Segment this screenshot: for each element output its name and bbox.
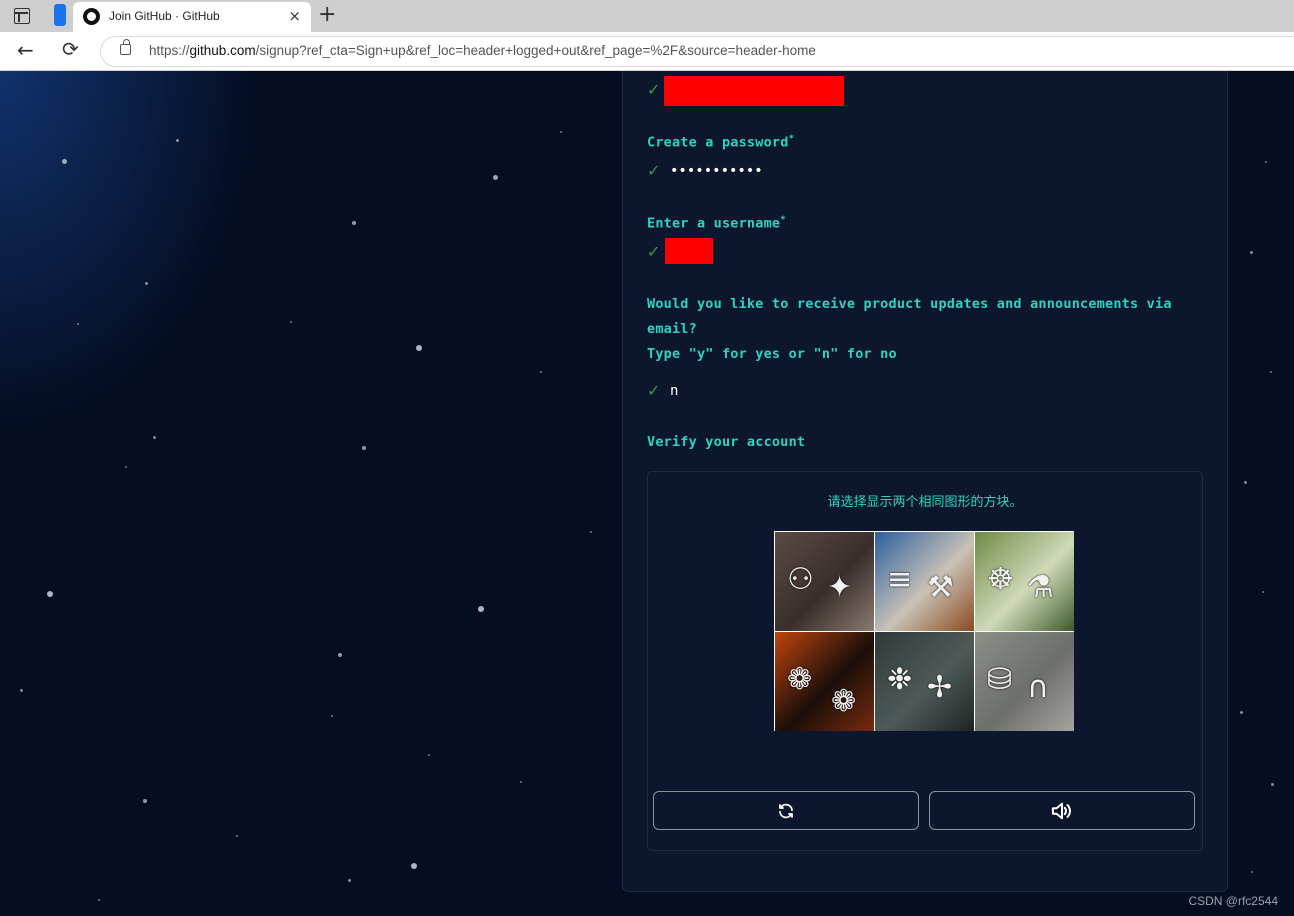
sidebar-toggle-icon[interactable]	[14, 8, 30, 24]
bbq-grill-icon: ☸	[987, 562, 1014, 597]
star	[236, 835, 238, 837]
username-label: Enter a username*	[647, 215, 786, 232]
updates-answer[interactable]: n	[670, 383, 678, 399]
star	[1251, 871, 1253, 873]
tab-title: Join GitHub · GitHub	[109, 9, 220, 23]
required-mark: *	[780, 215, 786, 225]
captcha-tile-6[interactable]: ⛁ ∩	[975, 632, 1074, 731]
updates-question-line3: Type "y" for yes or "n" for no	[647, 346, 897, 362]
star	[520, 781, 522, 783]
star	[98, 899, 100, 901]
reload-icon[interactable]: ⟳	[62, 37, 79, 61]
captcha-instruction: 请选择显示两个相同图形的方块。	[827, 495, 1023, 510]
tab-join-github[interactable]: Join GitHub · GitHub ×	[73, 2, 311, 32]
star	[560, 131, 562, 133]
star	[1240, 711, 1243, 714]
star	[77, 323, 79, 325]
captcha-tile-4[interactable]: ❁ ❁	[775, 632, 874, 731]
star	[428, 754, 430, 756]
lock-icon[interactable]	[120, 39, 131, 55]
captcha-tile-1[interactable]: ⚇ ✦	[775, 532, 874, 631]
tab-close-icon[interactable]: ×	[288, 7, 301, 25]
star	[362, 446, 366, 450]
browser-tab-bar: Join GitHub · GitHub × +	[0, 0, 1294, 32]
star	[338, 653, 342, 657]
star	[153, 436, 156, 439]
url-path: /signup?ref_cta=Sign+up&ref_loc=header+l…	[255, 43, 816, 58]
star	[1244, 481, 1247, 484]
star	[62, 159, 67, 164]
star	[590, 531, 592, 533]
star	[290, 321, 292, 323]
address-bar: ← ⟳ https://github.com/signup?ref_cta=Si…	[0, 32, 1294, 71]
star	[20, 689, 23, 692]
password-field[interactable]: •••••••••••	[670, 163, 763, 179]
star	[47, 591, 53, 597]
captcha-tile-2[interactable]: ≡ ⚒	[875, 532, 974, 631]
star	[331, 715, 333, 717]
vertical-tabs-icon[interactable]	[54, 4, 66, 26]
captcha-tile-3[interactable]: ☸ ⚗	[975, 532, 1074, 631]
captcha-box: 请选择显示两个相同图形的方块。 ⚇ ✦ ≡ ⚒ ☸ ⚗ ❁ ❁ ❉ ✢ ⛁ ∩	[647, 471, 1203, 851]
star	[352, 221, 356, 225]
star	[540, 371, 542, 373]
password-label-text: Create a password	[647, 134, 789, 151]
star	[1270, 371, 1272, 373]
updates-question-line2: email?	[647, 321, 697, 337]
star	[493, 175, 498, 180]
updates-question-line1: Would you like to receive product update…	[647, 296, 1172, 312]
turtle-icon: ❁	[787, 662, 813, 697]
fish-icon: ❉	[887, 662, 913, 697]
turtle-icon: ❁	[831, 684, 857, 719]
password-label: Create a password*	[647, 134, 794, 151]
star	[416, 345, 422, 351]
backpack-icon: ⛁	[987, 662, 1013, 697]
back-arrow-icon[interactable]: ←	[17, 38, 34, 62]
magnet-icon: ∩	[1027, 670, 1049, 705]
captcha-audio-button[interactable]	[929, 791, 1195, 830]
captcha-refresh-button[interactable]	[653, 791, 919, 830]
star	[1265, 161, 1267, 163]
tools-icon: ⚒	[927, 570, 954, 605]
star	[1262, 591, 1264, 593]
email-redaction	[664, 76, 844, 106]
updates-check-icon: ✓	[647, 381, 661, 400]
username-label-text: Enter a username	[647, 215, 781, 232]
ladder-icon: ≡	[887, 562, 913, 597]
username-check-icon: ✓	[647, 242, 661, 261]
url-scheme: https://	[149, 43, 190, 58]
signup-page: ✓ Create a password* ✓ ••••••••••• Enter…	[0, 71, 1294, 916]
required-mark: *	[788, 134, 795, 144]
captcha-image-grid: ⚇ ✦ ≡ ⚒ ☸ ⚗ ❁ ❁ ❉ ✢ ⛁ ∩	[774, 531, 1074, 731]
star	[1271, 783, 1274, 786]
star	[125, 466, 127, 468]
new-tab-button[interactable]: +	[318, 2, 336, 28]
verify-label: Verify your account	[647, 434, 806, 450]
url-host: github.com	[189, 43, 256, 58]
username-redaction	[665, 238, 713, 264]
star	[1250, 251, 1253, 254]
star	[176, 139, 179, 142]
ghost-snail-icon: ⚇	[787, 562, 814, 597]
star	[143, 799, 147, 803]
captcha-tile-5[interactable]: ❉ ✢	[875, 632, 974, 731]
star	[478, 606, 484, 612]
star	[145, 282, 148, 285]
github-favicon-icon	[83, 8, 100, 25]
propeller-icon: ✢	[927, 670, 953, 705]
refresh-icon	[779, 803, 793, 818]
url-text[interactable]: https://github.com/signup?ref_cta=Sign+u…	[149, 43, 816, 58]
email-check-icon: ✓	[647, 80, 661, 99]
star	[348, 879, 351, 882]
satellite-icon: ✦	[827, 570, 853, 605]
speaker-icon	[1051, 802, 1071, 819]
watermark: CSDN @rfc2544	[1188, 894, 1278, 908]
star	[411, 863, 417, 869]
bottle-icon: ⚗	[1027, 570, 1054, 605]
password-check-icon: ✓	[647, 161, 661, 180]
